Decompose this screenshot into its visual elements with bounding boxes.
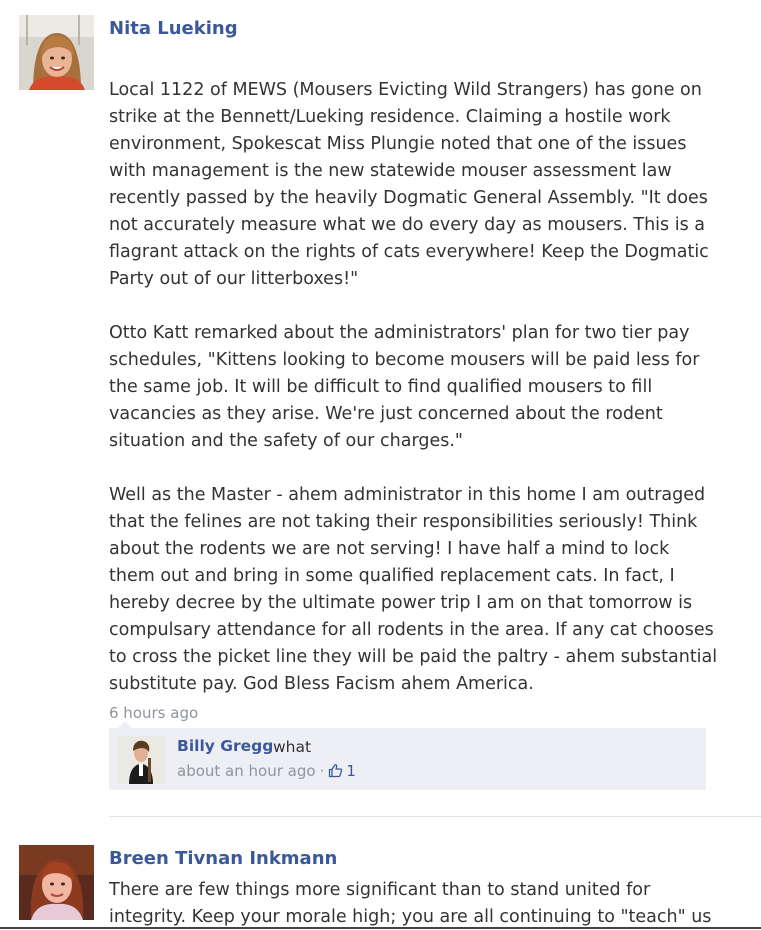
post-breen-tivnan-inkmann: Breen Tivnan Inkmann There are few thing… (0, 817, 761, 930)
comment-list-item: Billy Gregg what about an hour ago · 1 (109, 728, 706, 790)
post-author-link[interactable]: Nita Lueking (109, 18, 238, 39)
comment-timestamp[interactable]: about an hour ago (177, 762, 316, 780)
avatar-photo-breen (19, 845, 94, 920)
like-count: 1 (346, 762, 356, 780)
post-paragraph: Local 1122 of MEWS (Mousers Evicting Wil… (109, 80, 709, 289)
post-body: There are few things more significant th… (109, 877, 719, 930)
comment-meta: about an hour ago · 1 (177, 762, 356, 782)
comment-pointer (118, 721, 132, 728)
comment-like-count[interactable]: 1 (328, 762, 356, 780)
post-timestamp[interactable]: 6 hours ago (109, 704, 198, 722)
post-body: Local 1122 of MEWS (Mousers Evicting Wil… (109, 77, 719, 698)
post-paragraph: Otto Katt remarked about the administrat… (109, 323, 700, 451)
post-nita-lueking: Nita Lueking Local 1122 of MEWS (Mousers… (0, 0, 761, 816)
avatar[interactable] (19, 845, 94, 920)
bottom-border (0, 927, 761, 929)
post-author-link[interactable]: Breen Tivnan Inkmann (109, 848, 337, 869)
post-paragraph: Well as the Master - ahem administrator … (109, 485, 718, 694)
avatar[interactable] (117, 736, 165, 784)
meta-separator: · (319, 762, 325, 780)
post-paragraph: There are few things more significant th… (109, 880, 712, 927)
comment-text: what (273, 738, 312, 756)
avatar-photo-billy (117, 736, 165, 784)
comment-author-link[interactable]: Billy Gregg (177, 737, 273, 755)
avatar-photo-nita (19, 15, 94, 90)
avatar[interactable] (19, 15, 94, 90)
thumbs-up-icon (328, 763, 343, 782)
